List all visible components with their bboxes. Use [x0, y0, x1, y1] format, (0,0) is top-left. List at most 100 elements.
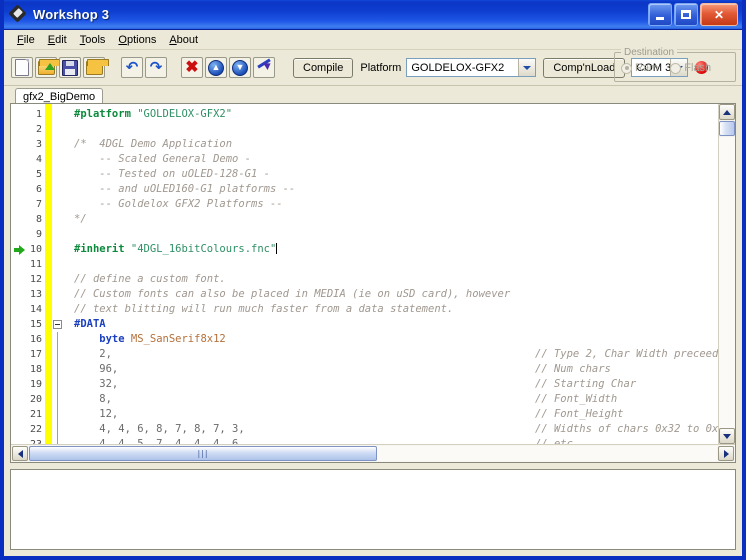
- editor-vertical-scrollbar[interactable]: [718, 104, 735, 444]
- move-up-button[interactable]: ▲: [205, 57, 227, 78]
- inline-comments-column: // Type 2, Char Width preceeds ch // Num …: [535, 107, 718, 444]
- hscroll-thumb[interactable]: |||: [29, 446, 377, 461]
- code-token: #DATA: [74, 318, 106, 330]
- redo-button[interactable]: ↷: [145, 57, 167, 78]
- code-token: -- and uOLED160-G1 platforms --: [74, 183, 296, 195]
- menu-item-edit[interactable]: Edit: [42, 32, 74, 48]
- line-number: 6: [35, 184, 42, 195]
- scroll-up-button[interactable]: [719, 104, 735, 120]
- inline-comment: [535, 167, 718, 182]
- code-area[interactable]: 123456789101112131415161718192021222324 …: [11, 104, 718, 444]
- fold-cell: [52, 167, 65, 182]
- line-number: 2: [35, 124, 42, 135]
- fold-cell: [52, 377, 65, 392]
- vscroll-thumb[interactable]: [719, 121, 735, 136]
- hscroll-track[interactable]: [377, 446, 717, 461]
- comment-token: // etc.: [535, 438, 580, 444]
- run-button[interactable]: [253, 57, 275, 78]
- scroll-left-arrow-icon: [17, 449, 23, 458]
- save-file-icon: [62, 59, 78, 76]
- delete-button[interactable]: ✖: [181, 57, 203, 78]
- fold-cell: [52, 422, 65, 437]
- line-number: 23: [11, 437, 45, 444]
- scroll-up-arrow-icon: [723, 109, 731, 115]
- maximize-button[interactable]: [674, 3, 698, 26]
- radio-flash-dot: [670, 62, 682, 74]
- inline-comment: // Font_Width: [535, 392, 718, 407]
- line-number: 11: [29, 259, 42, 270]
- chevron-down-icon[interactable]: [518, 59, 536, 76]
- inline-comment: [535, 212, 718, 227]
- comment-token: // Font_Height: [535, 408, 624, 420]
- editor-horizontal-scrollbar[interactable]: |||: [11, 444, 735, 462]
- close-button[interactable]: ✕: [700, 3, 738, 26]
- fold-guide-line: [57, 362, 58, 377]
- code-token: // Custom fonts can also be placed in ME…: [74, 288, 511, 300]
- inline-comment: [535, 122, 718, 137]
- fold-guide-line: [57, 332, 58, 347]
- platform-select[interactable]: GOLDELOX-GFX2: [406, 58, 537, 77]
- code-token: 96,: [74, 363, 119, 375]
- line-number: 19: [29, 379, 42, 390]
- fold-cell: [52, 107, 65, 122]
- code-token: 12,: [74, 408, 119, 420]
- fold-cell: [52, 212, 65, 227]
- undo-button[interactable]: ↶: [121, 57, 143, 78]
- menu-item-file[interactable]: File: [11, 32, 42, 48]
- compile-button[interactable]: Compile: [293, 57, 354, 78]
- radio-flash[interactable]: Flash: [670, 62, 711, 74]
- menu-item-options[interactable]: Options: [112, 32, 163, 48]
- line-number: 4: [35, 154, 42, 165]
- inline-comment: [535, 242, 718, 257]
- comment-token: // Font_Width: [535, 393, 618, 405]
- fold-cell: [52, 227, 65, 242]
- code-token: #platform: [74, 108, 138, 120]
- code-token: -- Scaled General Demo -: [74, 153, 252, 165]
- line-number: 21: [29, 409, 42, 420]
- code-token: 4, 4, 6, 8, 7, 8, 7, 3,: [74, 423, 245, 435]
- code-token: "GOLDELOX-GFX2": [137, 108, 233, 120]
- move-down-button[interactable]: ▼: [229, 57, 251, 78]
- fold-cell: [52, 332, 65, 347]
- menu-about-rest: bout: [176, 33, 199, 46]
- scroll-right-button[interactable]: [718, 446, 734, 461]
- output-panel[interactable]: [10, 469, 736, 550]
- fold-collapse-icon[interactable]: [53, 320, 62, 329]
- code-text[interactable]: #platform "GOLDELOX-GFX2" /* 4DGL Demo Ap…: [65, 104, 718, 444]
- menu-item-tools[interactable]: Tools: [74, 32, 113, 48]
- minimize-button[interactable]: [648, 3, 672, 26]
- inline-comment: [535, 332, 718, 347]
- folder-button[interactable]: [83, 57, 109, 78]
- radio-ram-dot: [621, 62, 632, 74]
- line-number: 1: [35, 109, 42, 120]
- tab-gfx2-bigdemo[interactable]: gfx2_BigDemo: [15, 88, 104, 104]
- fold-guide-line: [57, 437, 58, 444]
- vscroll-track[interactable]: [719, 137, 735, 428]
- line-number: 14: [29, 304, 42, 315]
- code-token: "4DGL_16bitColours.fnc": [130, 243, 277, 255]
- line-number: 7: [35, 199, 42, 210]
- inline-comment: // Font_Height: [535, 407, 718, 422]
- scroll-down-button[interactable]: [719, 428, 735, 444]
- inline-comment: // Widths of chars 0x32 to 0x39: [535, 422, 718, 437]
- new-file-icon: [15, 59, 29, 76]
- up-icon: ▲: [208, 59, 224, 76]
- hscroll-grip: |||: [197, 449, 209, 458]
- line-number: 15: [29, 319, 42, 330]
- save-file-button[interactable]: [59, 57, 81, 78]
- fold-column[interactable]: [52, 104, 65, 444]
- fold-cell: [52, 407, 65, 422]
- line-number: 20: [29, 394, 42, 405]
- fold-cell[interactable]: [52, 317, 65, 332]
- open-file-button[interactable]: [35, 57, 61, 78]
- line-number: 9: [35, 229, 42, 240]
- fold-cell: [52, 197, 65, 212]
- new-file-button[interactable]: [11, 57, 33, 78]
- menu-item-about[interactable]: About: [163, 32, 205, 48]
- scroll-left-button[interactable]: [12, 446, 28, 461]
- application-window: Workshop 3 ✕ File Edit Tools Options Abo…: [0, 0, 746, 560]
- radio-ram[interactable]: Ram: [621, 62, 658, 74]
- line-number: 22: [29, 424, 42, 435]
- bookmark-arrow-icon[interactable]: [14, 245, 25, 255]
- inline-comment: // Num chars: [535, 362, 718, 377]
